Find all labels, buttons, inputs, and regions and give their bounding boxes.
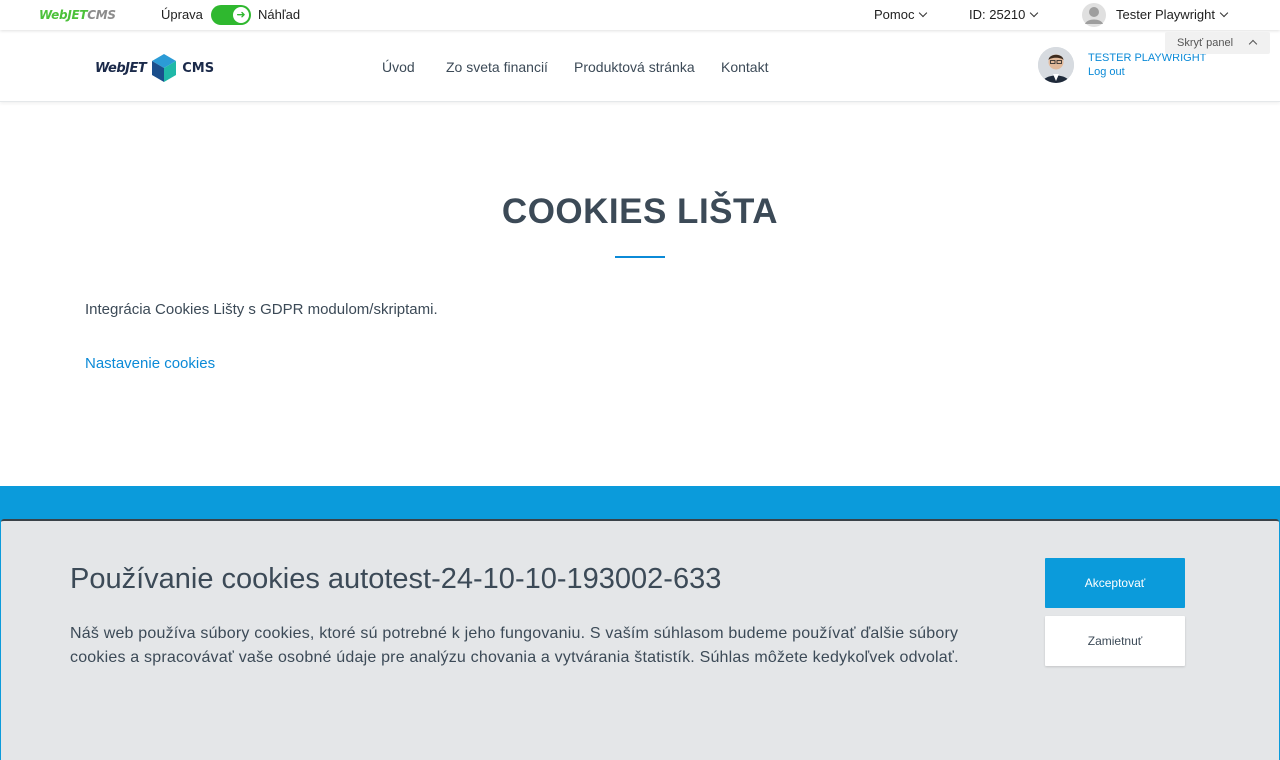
site-logo-left: WebJET bbox=[95, 60, 147, 76]
mode-preview-label[interactable]: Náhľad bbox=[258, 7, 300, 22]
chevron-up-icon bbox=[1248, 39, 1258, 49]
help-menu-label: Pomoc bbox=[874, 7, 915, 22]
nav-item-contact[interactable]: Kontakt bbox=[721, 59, 768, 75]
chevron-down-icon bbox=[1219, 8, 1229, 18]
mode-edit-label[interactable]: Úprava bbox=[161, 7, 203, 22]
help-menu[interactable]: Pomoc bbox=[874, 7, 928, 22]
intro-text: Integrácia Cookies Lišty s GDPR modulom/… bbox=[85, 301, 438, 318]
admin-logo-jet: JET bbox=[67, 8, 88, 22]
chevron-down-icon bbox=[1030, 8, 1039, 18]
hide-panel-button[interactable]: Skryť panel bbox=[1165, 32, 1270, 54]
cookie-bar-title: Používanie cookies autotest-24-10-10-193… bbox=[70, 563, 722, 595]
cookie-bar: Používanie cookies autotest-24-10-10-193… bbox=[1, 519, 1279, 760]
page-title: COOKIES LIŠTA bbox=[501, 192, 779, 231]
admin-logo[interactable]: WebJETCMS bbox=[39, 8, 116, 22]
nav-item-uvod[interactable]: Úvod bbox=[382, 59, 415, 75]
chevron-down-icon bbox=[919, 8, 928, 18]
doc-id-label: ID: 25210 bbox=[969, 7, 1026, 22]
title-divider bbox=[615, 256, 665, 258]
user-menu[interactable]: Tester Playwright bbox=[1116, 7, 1229, 22]
site-header: WebJET CMS Úvod Zo sveta financií Produk… bbox=[0, 30, 1280, 102]
admin-logo-cms: CMS bbox=[87, 8, 116, 22]
doc-id-menu[interactable]: ID: 25210 bbox=[969, 7, 1039, 22]
accept-cookies-button[interactable]: Akceptovať bbox=[1045, 558, 1185, 608]
user-menu-label: Tester Playwright bbox=[1116, 7, 1215, 22]
user-icon[interactable] bbox=[1082, 3, 1106, 27]
cookie-settings-link[interactable]: Nastavenie cookies bbox=[85, 355, 215, 372]
reject-cookies-button[interactable]: Zamietnuť bbox=[1045, 616, 1185, 666]
cookie-bar-text: Náš web používa súbory cookies, ktoré sú… bbox=[70, 625, 959, 666]
nav-item-finance[interactable]: Zo sveta financií bbox=[446, 59, 548, 75]
admin-toolbar: WebJETCMS Úprava ➜ Náhľad Pomoc ID: 2521… bbox=[0, 0, 1280, 30]
header-user: TESTER PLAYWRIGHT Log out bbox=[1088, 51, 1206, 79]
site-logo-right: CMS bbox=[182, 60, 215, 76]
hide-panel-label: Skryť panel bbox=[1177, 37, 1234, 49]
site-logo[interactable]: WebJET CMS bbox=[95, 54, 214, 82]
nav-item-product[interactable]: Produktová stránka bbox=[574, 59, 695, 75]
logout-link[interactable]: Log out bbox=[1088, 65, 1206, 79]
edit-preview-toggle[interactable]: ➜ bbox=[211, 5, 251, 25]
avatar-image bbox=[1038, 47, 1074, 83]
avatar bbox=[1038, 47, 1074, 83]
arrow-right-icon: ➜ bbox=[233, 7, 249, 23]
logo-cube-icon bbox=[152, 54, 177, 82]
admin-logo-web: Web bbox=[39, 8, 68, 22]
